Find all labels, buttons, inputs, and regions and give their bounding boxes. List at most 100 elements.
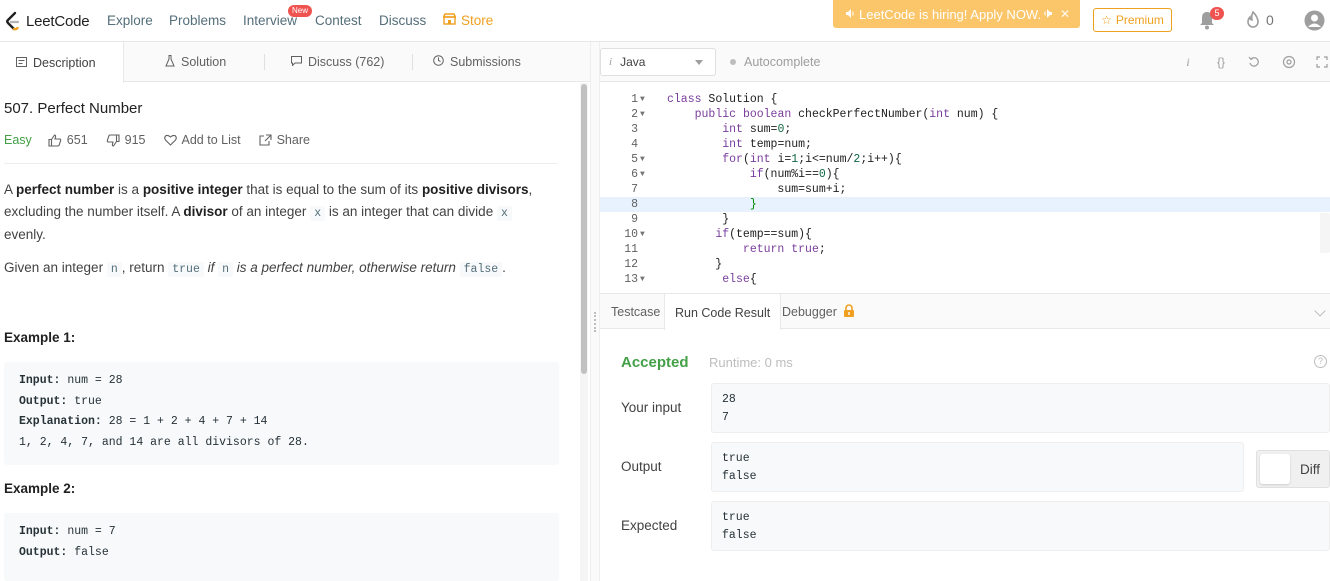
share-button[interactable]: Share bbox=[259, 133, 310, 147]
braces-icon[interactable]: {} bbox=[1213, 54, 1229, 70]
run-result-panel: Accepted Runtime: 0 ms ? Your input 28 7… bbox=[600, 330, 1330, 581]
speaker-icon bbox=[845, 7, 855, 22]
notification-count: 5 bbox=[1210, 7, 1224, 20]
runtime-label: Runtime: 0 ms bbox=[709, 355, 793, 370]
comment-icon bbox=[291, 55, 302, 69]
tab-debugger[interactable]: Debugger bbox=[772, 294, 865, 330]
tab-description[interactable]: Description bbox=[0, 42, 124, 83]
line-number: 11 bbox=[624, 243, 638, 256]
code-text: return true; bbox=[742, 243, 826, 256]
tab-run-code-result[interactable]: Run Code Result bbox=[664, 294, 782, 331]
tab-debugger-label: Debugger bbox=[782, 305, 837, 319]
streak-counter[interactable]: 0 bbox=[1246, 11, 1274, 29]
description-icon bbox=[16, 56, 27, 70]
avatar[interactable] bbox=[1304, 10, 1325, 31]
code-line[interactable]: 5 ▼ for(int i=1;i<=num/2;i++){ bbox=[600, 152, 1330, 167]
code-line[interactable]: 13 ▼ else{ bbox=[600, 272, 1330, 287]
tab-discuss-label: Discuss (762) bbox=[308, 55, 385, 69]
line-number: 4 bbox=[631, 138, 638, 151]
example-2-box: Input: num = 7 Output: false bbox=[4, 513, 559, 581]
code-text: if(num%i==0){ bbox=[749, 168, 840, 181]
chevron-down-icon[interactable] bbox=[1314, 305, 1326, 317]
term-divisor: divisor bbox=[183, 203, 228, 219]
pane-resizer[interactable] bbox=[590, 42, 600, 581]
fold-arrow-icon[interactable]: ▼ bbox=[640, 167, 645, 182]
nav-problems[interactable]: Problems bbox=[169, 13, 226, 28]
autocomplete-label: Autocomplete bbox=[744, 55, 821, 69]
logo-text: LeetCode bbox=[26, 12, 90, 30]
star-icon: ☆ bbox=[1101, 13, 1112, 27]
line-number: 10 bbox=[624, 228, 638, 241]
tab-solution[interactable]: Solution bbox=[165, 42, 226, 82]
code-line[interactable]: 4 int temp=num; bbox=[600, 137, 1330, 152]
lock-icon bbox=[843, 304, 855, 320]
code-line[interactable]: 7 sum=sum+i; bbox=[600, 182, 1330, 197]
your-input-box[interactable]: 28 7 bbox=[711, 383, 1330, 433]
reset-icon[interactable] bbox=[1246, 54, 1262, 70]
fold-arrow-icon[interactable]: ▼ bbox=[640, 152, 645, 167]
description-scrollbar[interactable] bbox=[580, 83, 588, 581]
editor-scrollbar[interactable] bbox=[1320, 213, 1330, 253]
info-icon[interactable]: i bbox=[1180, 54, 1196, 70]
console-tabs: Testcase Run Code Result Debugger bbox=[600, 293, 1330, 331]
thumbs-down-icon bbox=[106, 133, 120, 147]
code-line[interactable]: 11 return true; bbox=[600, 242, 1330, 257]
flame-icon bbox=[1247, 11, 1259, 28]
user-icon bbox=[1304, 10, 1325, 31]
example-2-heading: Example 2: bbox=[4, 481, 76, 496]
code-line[interactable]: 6 ▼ if(num%i==0){ bbox=[600, 167, 1330, 182]
store-label: Store bbox=[461, 13, 494, 28]
fold-arrow-icon[interactable]: ▼ bbox=[640, 107, 645, 122]
nav-explore[interactable]: Explore bbox=[107, 13, 153, 28]
dislike-button[interactable]: 915 bbox=[106, 133, 146, 147]
close-icon[interactable]: ✕ bbox=[1060, 7, 1070, 21]
hiring-text: LeetCode is hiring! Apply NOW. bbox=[859, 6, 1042, 22]
notifications-button[interactable]: 5 bbox=[1198, 7, 1224, 32]
code-line[interactable]: 12 } bbox=[600, 257, 1330, 272]
code-n: n bbox=[218, 262, 234, 277]
your-input-label: Your input bbox=[621, 400, 682, 415]
tab-separator bbox=[412, 54, 413, 70]
scrollbar-thumb[interactable] bbox=[581, 84, 587, 374]
code-text: } bbox=[667, 213, 730, 226]
fold-arrow-icon[interactable]: ▼ bbox=[640, 92, 645, 107]
problem-statement: A perfect number is a positive integer t… bbox=[4, 182, 533, 242]
nav-contest[interactable]: Contest bbox=[315, 13, 362, 28]
fold-arrow-icon[interactable]: ▼ bbox=[640, 272, 645, 287]
fold-arrow-icon[interactable]: ▼ bbox=[640, 227, 645, 242]
like-button[interactable]: 651 bbox=[48, 133, 88, 147]
code-line[interactable]: 2 ▼ public boolean checkPerfectNumber(int… bbox=[600, 107, 1330, 122]
code-line[interactable]: 3 int sum=0; bbox=[600, 122, 1330, 137]
nav-discuss[interactable]: Discuss bbox=[379, 13, 426, 28]
autocomplete-toggle[interactable]: Autocomplete bbox=[730, 55, 820, 69]
hiring-banner[interactable]: LeetCode is hiring! Apply NOW. ✕ bbox=[833, 0, 1080, 28]
example-1-box: Input: num = 28 Output: true Explanation… bbox=[4, 362, 559, 465]
code-line[interactable]: 9 } bbox=[600, 212, 1330, 227]
tab-description-label: Description bbox=[33, 55, 96, 70]
code-editor[interactable]: 1 ▼ class Solution {2 ▼ public boolean chec… bbox=[600, 83, 1330, 291]
code-false: false bbox=[459, 262, 503, 277]
code-line[interactable]: 1 ▼ class Solution { bbox=[600, 92, 1330, 107]
language-select[interactable]: i Java bbox=[600, 48, 716, 76]
tab-submissions[interactable]: Submissions bbox=[433, 42, 521, 82]
code-line[interactable]: 10 ▼ if(temp==sum){ bbox=[600, 227, 1330, 242]
leetcode-logo[interactable]: LeetCode bbox=[4, 10, 90, 32]
help-icon[interactable]: ? bbox=[1314, 355, 1327, 368]
fullscreen-icon[interactable] bbox=[1314, 54, 1330, 70]
speaker-icon bbox=[1043, 7, 1053, 22]
term-positive-divisors: positive divisors bbox=[421, 182, 529, 197]
code-text: int temp=num; bbox=[722, 138, 812, 151]
tab-testcase[interactable]: Testcase bbox=[601, 294, 670, 330]
diff-toggle[interactable]: Diff bbox=[1256, 450, 1330, 488]
add-to-list-button[interactable]: Add to List bbox=[163, 133, 241, 147]
problem-meta: Easy 651 915 Add to List Share bbox=[4, 133, 328, 147]
gear-icon[interactable] bbox=[1281, 54, 1297, 70]
diff-label: Diff bbox=[1300, 461, 1321, 477]
new-badge: New bbox=[288, 5, 313, 17]
nav-store[interactable]: Store bbox=[442, 13, 494, 28]
code-line[interactable]: 8 } bbox=[600, 197, 1330, 212]
tab-discuss[interactable]: Discuss (762) bbox=[291, 42, 384, 82]
expected-box: true false bbox=[711, 501, 1330, 551]
top-navbar: LeetCode Explore Problems Interview New … bbox=[0, 0, 1330, 42]
premium-button[interactable]: ☆ Premium bbox=[1093, 8, 1172, 32]
